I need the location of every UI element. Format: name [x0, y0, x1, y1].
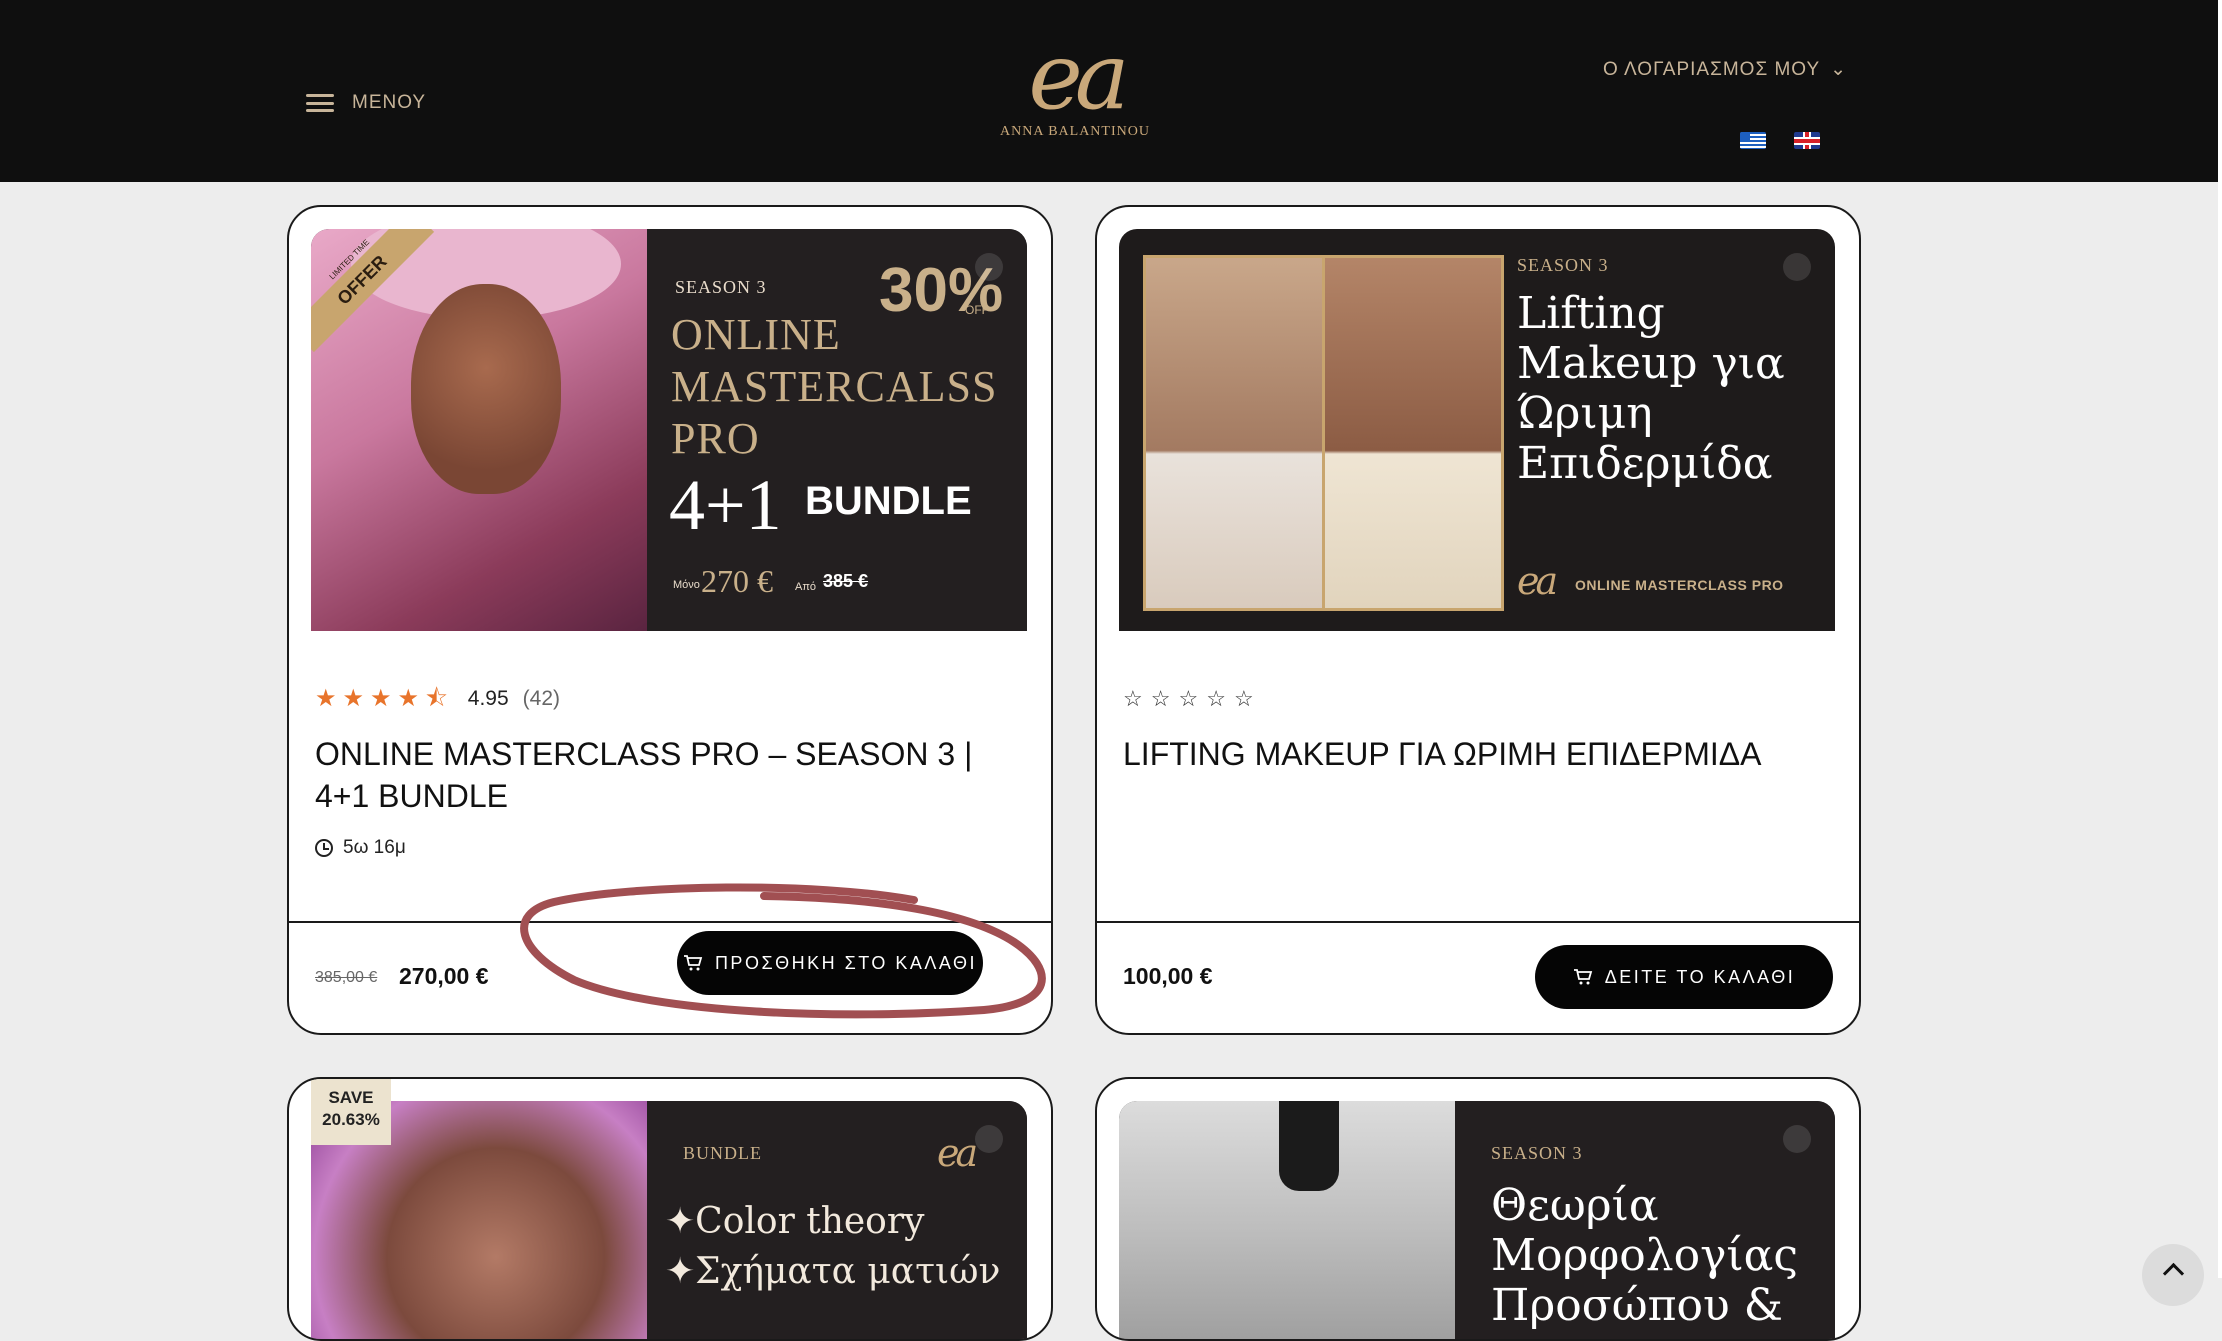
star-icon: ★ — [370, 685, 392, 712]
duration-text: 5ω 16μ — [343, 837, 406, 858]
discount-off: OFF — [965, 303, 989, 317]
product-image[interactable]: SEASON 3 Lifting Makeup για Ώριμη Επιδερ… — [1119, 229, 1835, 631]
season-label: BUNDLE — [683, 1143, 762, 1163]
save-badge-line2: 20.63% — [322, 1110, 380, 1129]
promo-line1: Θεωρία — [1491, 1180, 1659, 1231]
product-image[interactable]: SEASON 3 Θεωρία Μορφολογίας Προσώπου & — [1119, 1101, 1835, 1339]
logo-name: ANNA BALANTINOU — [1000, 124, 1150, 139]
rating: ☆ ☆ ☆ ☆ ☆ — [1123, 687, 1254, 711]
promo-title-line1: ONLINE — [671, 310, 841, 359]
menu-label: ΜΕΝΟΥ — [352, 92, 427, 113]
product-title[interactable]: LIFTING MAKEUP ΓΙΑ ΩΡΙΜΗ ΕΠΙΔΕΡΜΙΔΑ — [1123, 733, 1823, 775]
page-edge — [2218, 0, 2222, 1278]
star-outline-icon: ☆ — [1233, 686, 1254, 711]
half-star-icon: ⯪ — [425, 685, 448, 712]
account-label: Ο ΛΟΓΑΡΙΑΣΜΟΣ ΜΟΥ — [1603, 58, 1821, 80]
scroll-to-top-button[interactable] — [2142, 1244, 2204, 1306]
promo-title-line2: MASTERCALSS — [671, 362, 998, 411]
face-shape — [411, 284, 561, 494]
greek-flag-icon[interactable] — [1740, 132, 1766, 149]
promo-logo: ea — [937, 1131, 978, 1175]
save-badge: SAVE 20.63% — [311, 1079, 391, 1145]
rating-count: (42) — [522, 687, 561, 710]
promo-only: Μόνο — [673, 579, 700, 591]
microphone-shape — [1279, 1101, 1339, 1191]
uk-flag-icon[interactable] — [1794, 132, 1820, 149]
language-switcher — [1740, 132, 1820, 149]
product-image[interactable]: OFFER LIMITED TIME SEASON 3 30% OFF ONLI… — [311, 229, 1027, 631]
product-card: BUNDLE ea ✦Color theory ✦Σχήματα ματιών … — [287, 1077, 1053, 1341]
bookmark-icon[interactable] — [975, 253, 1003, 281]
cart-icon — [1573, 969, 1593, 985]
promo-masterclass: ONLINE MASTERCLASS PRO — [1575, 577, 1784, 593]
price-now: 270,00 € — [399, 963, 489, 989]
bookmark-icon[interactable] — [1783, 253, 1811, 281]
promo-line2: ✦Σχήματα ματιών — [665, 1251, 1001, 1292]
bookmark-icon[interactable] — [1783, 1125, 1811, 1153]
season-label: SEASON 3 — [675, 277, 767, 297]
promo-title-line4: Επιδερμίδα — [1517, 438, 1773, 489]
promo-line3: Προσώπου & — [1491, 1280, 1783, 1331]
product-image[interactable]: BUNDLE ea ✦Color theory ✦Σχήματα ματιών — [311, 1101, 1027, 1339]
promo-line2: Μορφολογίας — [1491, 1230, 1798, 1281]
account-menu[interactable]: Ο ΛΟΓΑΡΙΑΣΜΟΣ ΜΟΥ ⌄ — [1603, 58, 1847, 81]
save-badge-line1: SAVE — [328, 1088, 374, 1107]
rating-score: 4.95 — [467, 687, 509, 710]
product-card: SEASON 3 Θεωρία Μορφολογίας Προσώπου & — [1095, 1077, 1861, 1341]
promo-panel: SEASON 3 Θεωρία Μορφολογίας Προσώπου & — [1455, 1101, 1835, 1339]
hamburger-icon — [306, 94, 334, 112]
promo-line1: ✦Color theory — [665, 1201, 925, 1242]
season-label: SEASON 3 — [1491, 1143, 1583, 1163]
price-old: 385,00 € — [315, 969, 378, 986]
after-photo — [1322, 255, 1504, 611]
promo-price-now: 270 € — [701, 563, 773, 599]
promo-big-number: 4+1 — [669, 465, 782, 545]
promo-title-line1: Lifting — [1517, 288, 1665, 339]
annotation-circle — [520, 883, 1046, 1019]
rating: ★ ★ ★ ★ ⯪ 4.95 (42) — [315, 687, 560, 711]
chevron-down-icon: ⌄ — [1830, 59, 1848, 80]
site-logo[interactable]: ea ANNA BALANTINOU — [995, 23, 1155, 140]
course-duration: 5ω 16μ — [315, 837, 406, 859]
price-now: 100,00 € — [1123, 963, 1213, 989]
season-label: SEASON 3 — [1517, 255, 1609, 275]
promo-price-old: 385 € — [823, 571, 869, 591]
star-outline-icon: ☆ — [1150, 686, 1171, 711]
product-card: SEASON 3 Lifting Makeup για Ώριμη Επιδερ… — [1095, 205, 1861, 1035]
view-cart-label: ΔΕΙΤΕ ΤΟ ΚΑΛΑΘΙ — [1604, 966, 1796, 987]
star-outline-icon: ☆ — [1123, 686, 1143, 711]
site-header: ΜΕΝΟΥ ea ANNA BALANTINOU Ο ΛΟΓΑΡΙΑΣΜΟΣ Μ… — [0, 0, 2218, 182]
promo-logo: ea — [1517, 559, 1558, 603]
star-icon: ★ — [315, 685, 337, 712]
promo-panel: SEASON 3 30% OFF ONLINE MASTERCALSS PRO … — [647, 229, 1027, 631]
logo-mark: ea — [1028, 23, 1129, 130]
promo-bundle: BUNDLE — [805, 479, 972, 523]
star-outline-icon: ☆ — [1178, 686, 1199, 711]
promo-title-line3: Ώριμη — [1517, 388, 1653, 439]
promo-panel: BUNDLE ea ✦Color theory ✦Σχήματα ματιών — [647, 1101, 1027, 1339]
studio-photo — [1119, 1101, 1455, 1339]
menu-button[interactable]: ΜΕΝΟΥ — [306, 92, 426, 114]
promo-title-line3: PRO — [671, 414, 760, 463]
promo-title-line2: Makeup για — [1517, 338, 1785, 389]
star-icon: ★ — [342, 685, 365, 712]
promo-from: Από — [795, 581, 817, 593]
view-cart-button[interactable]: ΔΕΙΤΕ ΤΟ ΚΑΛΑΘΙ — [1535, 945, 1833, 1009]
star-outline-icon: ☆ — [1206, 686, 1226, 711]
bookmark-icon[interactable] — [975, 1125, 1003, 1153]
product-title[interactable]: ONLINE MASTERCLASS PRO – SEASON 3 | 4+1 … — [315, 733, 1015, 817]
before-photo — [1143, 255, 1325, 611]
clock-icon — [315, 839, 333, 857]
star-icon: ★ — [397, 685, 420, 712]
card-divider — [1097, 921, 1859, 923]
